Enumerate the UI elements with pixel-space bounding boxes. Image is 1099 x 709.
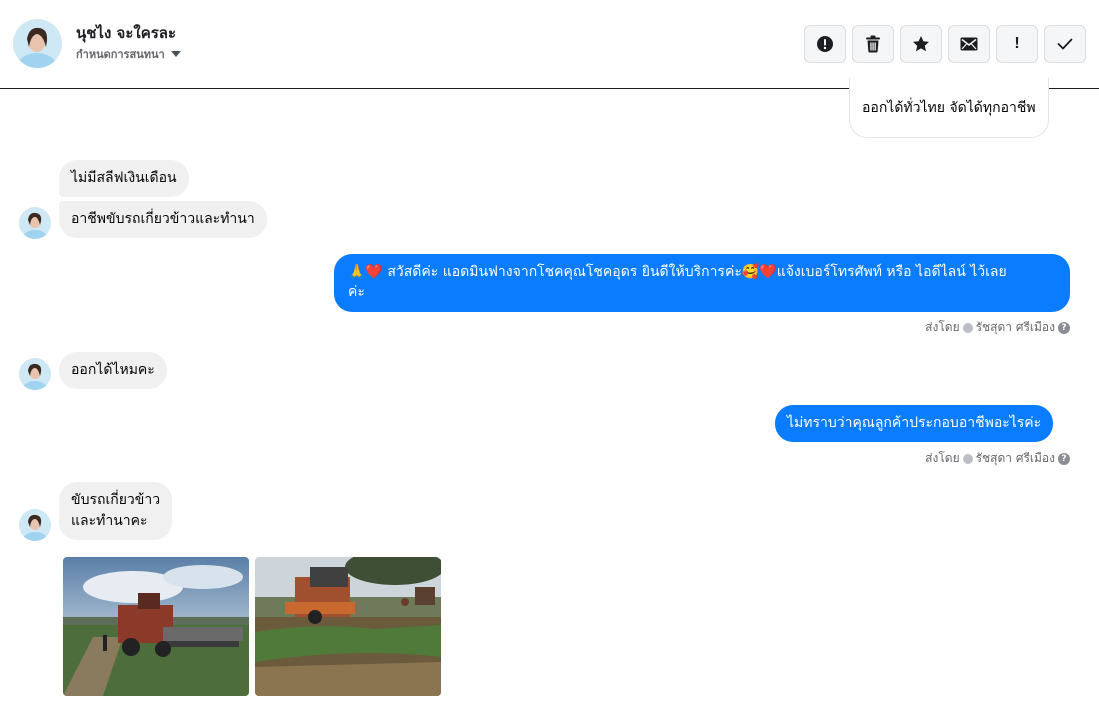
sent-by-label: ส่งโดย รัชสุดา ศรีเมือง ?	[925, 318, 1070, 337]
message-bubble-outgoing[interactable]: 🙏❤️ สวัสดีค่ะ แอดมินฟางจากโชคคุณโชคอุดร …	[334, 254, 1070, 312]
conversation-header: นุชไง จะใครละ กำหนดการสนทนา !	[0, 0, 1099, 89]
header-actions: !	[804, 25, 1086, 63]
exclamation-icon: !	[1014, 35, 1020, 52]
sent-by-prefix: ส่งโดย	[925, 451, 960, 465]
assign-label: กำหนดการสนทนา	[76, 48, 165, 61]
contact-avatar-small[interactable]	[19, 207, 51, 239]
sent-by-agent[interactable]: รัชสุดา ศรีเมือง	[976, 318, 1055, 337]
checkmark-icon	[1057, 38, 1073, 50]
contact-avatar-small[interactable]	[19, 509, 51, 541]
message-bubble-outgoing[interactable]: ไม่ทราบว่าคุณลูกค้าประกอบอาชีพอะไรค่ะ	[775, 405, 1054, 442]
agent-status-icon	[962, 322, 973, 333]
trash-icon	[866, 35, 880, 53]
assign-conversation-dropdown[interactable]: กำหนดการสนทนา	[76, 45, 181, 63]
message-text: ออกได้ไหมคะ	[71, 362, 155, 378]
photo-attachment[interactable]	[255, 557, 441, 696]
report-spam-button[interactable]	[804, 25, 846, 63]
photo-attachment[interactable]	[63, 557, 249, 696]
contact-name[interactable]: นุชไง จะใครละ	[76, 21, 176, 45]
follow-up-button[interactable]: !	[996, 25, 1038, 63]
delete-button[interactable]	[852, 25, 894, 63]
agent-status-icon	[962, 453, 973, 464]
message-text-line: และทำนาคะ	[71, 513, 148, 529]
sent-by-prefix: ส่งโดย	[925, 320, 960, 334]
help-icon[interactable]: ?	[1058, 452, 1070, 465]
message-text-line: 🙏❤️ สวัสดีค่ะ แอดมินฟางจากโชคคุณโชคอุดร …	[348, 264, 1007, 280]
caret-down-icon	[170, 51, 181, 57]
star-button[interactable]	[900, 25, 942, 63]
sent-by-label: ส่งโดย รัชสุดา ศรีเมือง ?	[925, 449, 1070, 468]
message-text: ออกได้ทั่วไทย จัดได้ทุกอาชีพ	[862, 100, 1036, 116]
message-bubble-incoming[interactable]: ขับรถเกี่ยวข้าว และทำนาคะ	[59, 482, 173, 540]
message-text-line: ขับรถเกี่ยวข้าว	[71, 492, 161, 508]
message-text: ไม่ทราบว่าคุณลูกค้าประกอบอาชีพอะไรค่ะ	[787, 415, 1042, 431]
message-bubble-outgoing[interactable]: ออกได้ทั่วไทย จัดได้ทุกอาชีพ	[849, 78, 1049, 138]
message-bubble-incoming[interactable]: ไม่มีสลีฟเงินเดือน	[59, 160, 189, 197]
contact-avatar[interactable]	[13, 19, 62, 68]
mark-unread-button[interactable]	[948, 25, 990, 63]
help-icon[interactable]: ?	[1058, 321, 1070, 334]
message-text: ไม่มีสลีฟเงินเดือน	[71, 170, 177, 186]
conversation-view: นุชไง จะใครละ กำหนดการสนทนา ! ออกได้ทั่ว…	[0, 0, 1099, 709]
sent-by-agent[interactable]: รัชสุดา ศรีเมือง	[976, 449, 1055, 468]
message-bubble-incoming[interactable]: อาชีพขับรถเกี่ยวข้าวและทำนา	[59, 201, 267, 238]
contact-avatar-small[interactable]	[19, 358, 51, 390]
envelope-icon	[960, 37, 978, 51]
mark-done-button[interactable]	[1044, 25, 1086, 63]
message-bubble-incoming[interactable]: ออกได้ไหมคะ	[59, 352, 167, 389]
star-icon	[913, 36, 929, 52]
alert-circle-icon	[817, 36, 833, 52]
message-text-line: ค่ะ	[348, 284, 365, 300]
message-text: อาชีพขับรถเกี่ยวข้าวและทำนา	[71, 211, 255, 227]
